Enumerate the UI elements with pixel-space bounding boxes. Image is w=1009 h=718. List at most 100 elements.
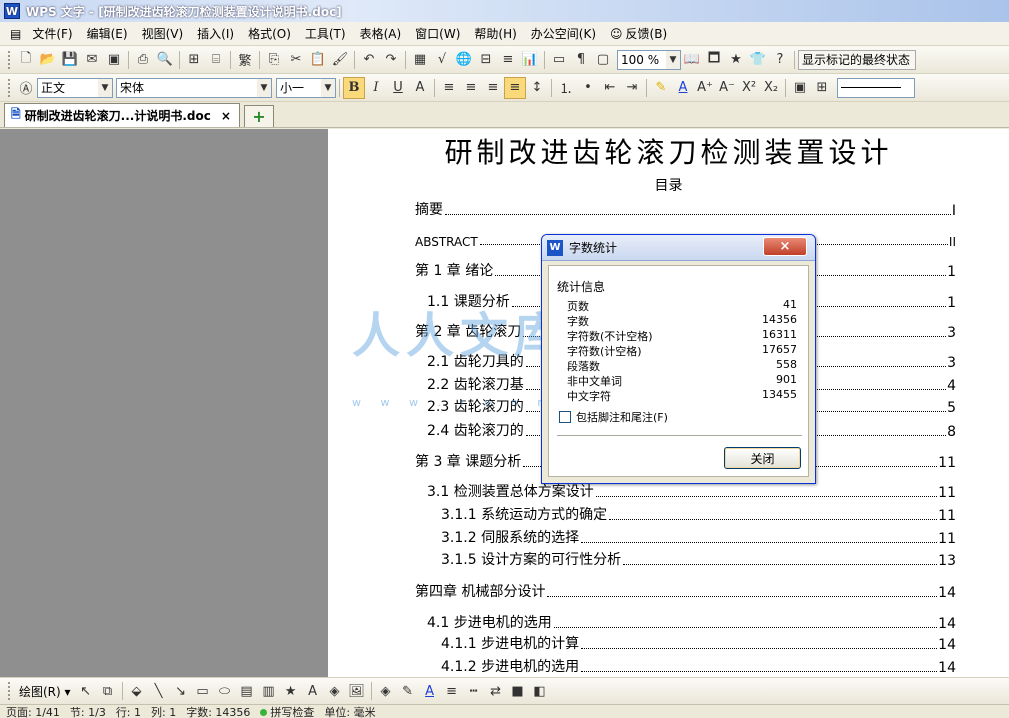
font-combo[interactable]: 宋体 ▼ [116, 77, 272, 98]
ellipse-icon[interactable]: ⬭ [214, 680, 236, 702]
print-preview-icon[interactable]: 🔍 [154, 49, 176, 71]
font-color-icon[interactable]: A [672, 77, 694, 99]
superscript-icon[interactable]: X² [738, 77, 760, 99]
table-props-icon[interactable]: ▣ [789, 77, 811, 99]
grid-icon[interactable]: ⊟ [475, 49, 497, 71]
menu-view[interactable]: 视图(V) [135, 24, 191, 44]
shadow-icon[interactable]: ■ [507, 680, 529, 702]
draw-menu[interactable]: 绘图(R) ▾ [15, 683, 75, 700]
hyperlink-icon[interactable]: 🌐 [453, 49, 475, 71]
shrink-font-icon[interactable]: A⁻ [716, 77, 738, 99]
justify-icon[interactable]: ≡ [504, 76, 526, 99]
toolbar-grip[interactable] [8, 78, 11, 97]
menu-file[interactable]: 文件(F) [25, 24, 79, 44]
chevron-down-icon[interactable]: ▼ [257, 78, 271, 97]
draw-font-color-icon[interactable]: A [419, 680, 441, 702]
menu-edit[interactable]: 编辑(E) [80, 24, 135, 44]
zoom-combo[interactable]: 100 % ▼ [617, 49, 681, 70]
select-arrow-icon[interactable]: ↖ [75, 680, 97, 702]
menu-format[interactable]: 格式(O) [241, 24, 298, 44]
toc-entry[interactable]: 第四章 机械部分设计 14 [415, 581, 956, 601]
toc-entry[interactable]: 3.1.2 伺服系统的选择 11 [441, 527, 956, 547]
screen-icon[interactable]: ▢ [592, 49, 614, 71]
rectangle-icon[interactable]: ▭ [192, 680, 214, 702]
print-icon[interactable]: ⎙ [132, 49, 154, 71]
save-icon[interactable]: 💾 [59, 49, 81, 71]
shirt-icon[interactable]: 👕 [747, 49, 769, 71]
style-icon[interactable]: Ⓐ [15, 77, 37, 99]
style-combo[interactable]: 正文 ▼ [37, 77, 113, 98]
footnote-checkbox[interactable]: 包括脚注和尾注(F) [559, 409, 668, 425]
toc-entry[interactable]: 3.1.5 设计方案的可行性分析 13 [441, 549, 956, 569]
arrow-style-icon[interactable]: ⇄ [485, 680, 507, 702]
redo-icon[interactable]: ↷ [380, 49, 402, 71]
menu-help[interactable]: 帮助(H) [467, 24, 523, 44]
align-left-icon[interactable]: ≡ [438, 77, 460, 99]
decrease-indent-icon[interactable]: ⇤ [599, 77, 621, 99]
status-spell[interactable]: 拼写检查 [260, 705, 314, 718]
font-size-combo[interactable]: 小一 ▼ [276, 77, 336, 98]
dash-style-icon[interactable]: ┅ [463, 680, 485, 702]
subscript-icon[interactable]: X₂ [760, 77, 782, 99]
status-unit[interactable]: 单位: 毫米 [324, 705, 375, 718]
chart-icon[interactable]: 📊 [519, 49, 541, 71]
menu-table[interactable]: 表格(A) [353, 24, 409, 44]
menu-feedback[interactable]: ☺ 反馈(B) [603, 24, 674, 44]
vertical-textbox-icon[interactable]: ▥ [258, 680, 280, 702]
arrow-icon[interactable]: ↘ [170, 680, 192, 702]
doc-menu-icon[interactable]: ▤ [6, 24, 25, 44]
clipart-icon[interactable]: ★ [280, 680, 302, 702]
toc-entry[interactable]: 4.1.2 步进电机的选用 14 [441, 656, 956, 676]
open-icon[interactable]: 📂 [37, 49, 59, 71]
window-icon[interactable]: 🗖 [703, 49, 725, 71]
italic-button[interactable]: I [365, 77, 387, 99]
doc-map-icon[interactable]: ▭ [548, 49, 570, 71]
increase-indent-icon[interactable]: ⇥ [621, 77, 643, 99]
line-spacing-icon[interactable]: ↕ [526, 77, 548, 99]
cut-icon[interactable]: ✂ [285, 49, 307, 71]
bullets-icon[interactable]: • [577, 77, 599, 99]
chevron-down-icon[interactable]: ▼ [666, 50, 680, 69]
close-button[interactable]: 关闭 [724, 447, 801, 469]
chevron-down-icon[interactable]: ▼ [98, 78, 112, 97]
menu-office-space[interactable]: 办公空间(K) [524, 24, 603, 44]
new-tab-button[interactable]: + [243, 105, 274, 127]
formula-icon[interactable]: √ [431, 49, 453, 71]
undo-icon[interactable]: ↶ [358, 49, 380, 71]
border-icon[interactable]: ⊞ [811, 77, 833, 99]
help-icon[interactable]: ? [769, 49, 791, 71]
highlight-icon[interactable]: ✎ [650, 77, 672, 99]
line-color-icon[interactable]: ✎ [397, 680, 419, 702]
status-words[interactable]: 字数: 14356 [186, 705, 250, 718]
line-icon[interactable]: ╲ [148, 680, 170, 702]
toc-entry[interactable]: 摘要 I [415, 199, 956, 219]
align-center-icon[interactable]: ≡ [460, 77, 482, 99]
textbox-icon[interactable]: ▤ [236, 680, 258, 702]
toc-entry[interactable]: 3.1 检测装置总体方案设计 11 [427, 481, 956, 501]
grow-font-icon[interactable]: A⁺ [694, 77, 716, 99]
line-style-icon[interactable]: ≡ [441, 680, 463, 702]
menu-insert[interactable]: 插入(I) [190, 24, 241, 44]
select-objects-icon[interactable]: ⧉ [97, 680, 119, 702]
paste-icon[interactable]: 📋 [307, 49, 329, 71]
char-border-button[interactable]: A [409, 77, 431, 99]
toc-entry[interactable]: 4.1 步进电机的选用 14 [427, 612, 956, 632]
toolbar-grip[interactable] [8, 50, 11, 69]
3d-icon[interactable]: ◧ [529, 680, 551, 702]
border-style-combo[interactable] [837, 77, 915, 98]
autoshapes-icon[interactable]: ⬙ [126, 680, 148, 702]
toc-entry[interactable]: 4.1.1 步进电机的计算 14 [441, 633, 956, 653]
bold-button[interactable]: B [343, 76, 365, 99]
toolbar-grip[interactable] [8, 682, 11, 700]
menu-tools[interactable]: 工具(T) [298, 24, 353, 44]
template-icon[interactable]: ★ [725, 49, 747, 71]
mail-icon[interactable]: ✉ [81, 49, 103, 71]
layout-icon[interactable]: ⌸ [205, 49, 227, 71]
wordart-icon[interactable]: A [302, 680, 324, 702]
pdf-icon[interactable]: ▣ [103, 49, 125, 71]
doc-tab[interactable]: 🗎 研制改进齿轮滚刀...计说明书.doc × [4, 103, 240, 127]
diagram-icon[interactable]: ◈ [324, 680, 346, 702]
new-doc-icon[interactable]: 🗋 [15, 49, 37, 71]
close-tab-icon[interactable]: × [221, 109, 231, 123]
checkbox-icon[interactable] [559, 411, 571, 423]
